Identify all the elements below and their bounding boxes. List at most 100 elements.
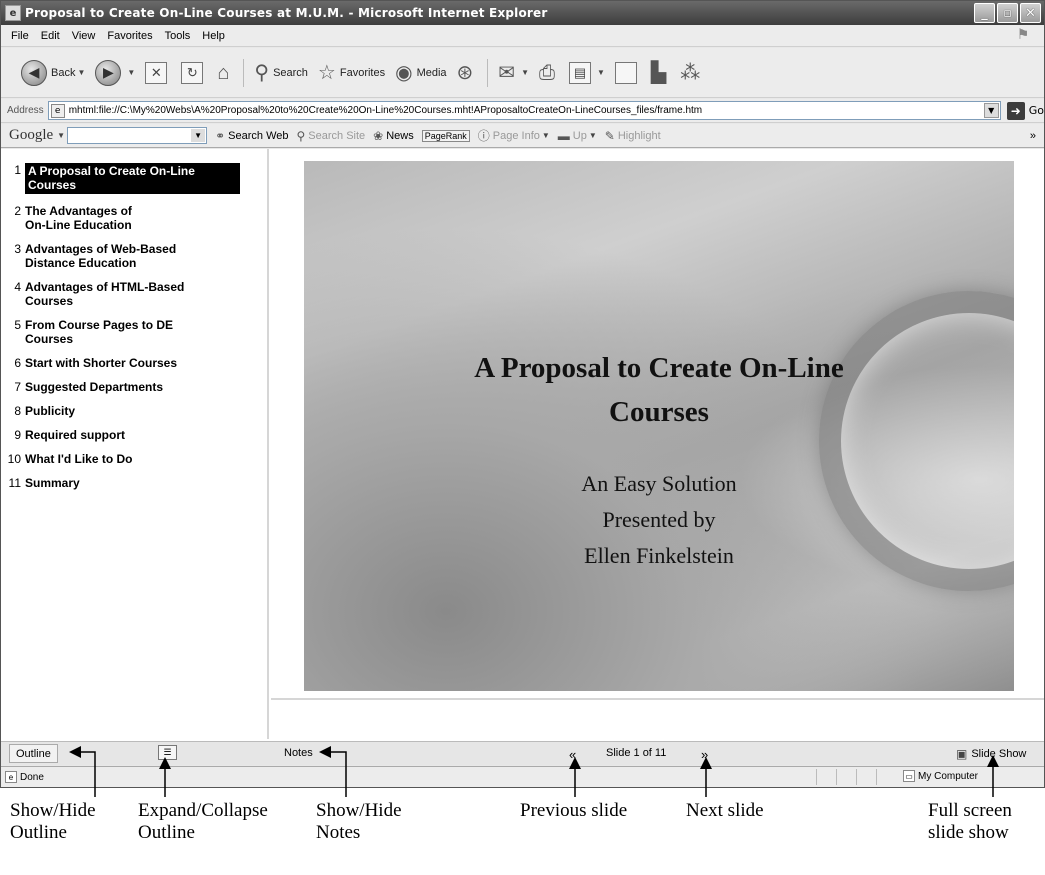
menu-file[interactable]: File — [11, 30, 29, 42]
expand-collapse-outline-button[interactable]: ☰ — [158, 745, 177, 760]
outline-item-number: 6 — [14, 356, 21, 370]
menu-tools[interactable]: Tools — [165, 30, 191, 42]
outline-item-label[interactable]: Summary — [25, 476, 80, 490]
outline-item[interactable]: 11 Summary — [7, 476, 267, 490]
ie-app-icon: e — [5, 5, 21, 21]
menu-favorites[interactable]: Favorites — [107, 30, 152, 42]
search-button[interactable]: ⚲ Search — [254, 63, 308, 83]
home-button[interactable]: ⌂ — [217, 63, 233, 83]
history-button[interactable]: ⊛ — [457, 63, 478, 83]
more-chevron-icon[interactable]: » — [1030, 130, 1036, 142]
up-button[interactable]: ▬ Up ▼ — [558, 129, 597, 143]
go-button[interactable]: ➜ Go — [1006, 101, 1044, 120]
news-label: News — [386, 129, 414, 142]
google-logo[interactable]: Google — [9, 127, 53, 144]
up-label: Up — [572, 129, 587, 142]
research-button[interactable]: ▙ — [651, 63, 670, 83]
slide-title: A Proposal to Create On-Line Courses — [474, 352, 844, 428]
mail-dropdown-icon[interactable]: ▼ — [521, 68, 529, 77]
media-label: Media — [416, 66, 447, 79]
close-button[interactable]: ✕ — [1020, 3, 1041, 23]
outline-item[interactable]: 5 From Course Pages to DE Courses — [7, 318, 267, 346]
outline-item-label[interactable]: From Course Pages to DE Courses — [25, 318, 173, 346]
outline-item-label[interactable]: The Advantages of On-Line Education — [25, 204, 132, 232]
favorites-label: Favorites — [339, 66, 386, 79]
status-bar: e Done ▭ My Computer — [1, 766, 1044, 787]
outline-item-label[interactable]: Publicity — [25, 404, 75, 418]
outline-item-number: 4 — [14, 280, 21, 294]
address-url[interactable]: mhtml:file://C:\My%20Webs\A%20Proposal%2… — [69, 105, 702, 116]
outline-item[interactable]: 2 The Advantages of On-Line Education — [7, 204, 267, 232]
outline-item[interactable]: 3 Advantages of Web-Based Distance Educat… — [7, 242, 267, 270]
previous-slide-button[interactable]: « — [569, 747, 576, 762]
annotation-expand-collapse-outline: Expand/Collapse Outline — [138, 800, 268, 843]
outline-item-label[interactable]: Suggested Departments — [25, 380, 163, 394]
outline-item-label[interactable]: A Proposal to Create On-Line Courses — [25, 163, 240, 194]
favorites-button[interactable]: ☆ Favorites — [318, 63, 385, 83]
messenger-button[interactable]: ⁂ — [680, 63, 704, 83]
discuss-button[interactable] — [614, 61, 641, 84]
page-info-button[interactable]: ⓘ Page Info ▼ — [478, 127, 550, 144]
stop-button[interactable]: ✕ — [145, 61, 171, 84]
slide[interactable]: A Proposal to Create On-Line Courses An … — [304, 161, 1014, 691]
outline-item[interactable]: 7 Suggested Departments — [7, 380, 267, 394]
mail-button[interactable]: ✉ ▼ — [498, 63, 529, 83]
address-input[interactable]: e mhtml:file://C:\My%20Webs\A%20Proposal… — [47, 101, 1001, 120]
slide-show-label: Slide Show — [971, 748, 1027, 760]
outline-item[interactable]: 6 Start with Shorter Courses — [7, 356, 267, 370]
menu-help[interactable]: Help — [202, 30, 225, 42]
google-search-dropdown-icon[interactable]: ▼ — [191, 129, 206, 142]
google-menu-dropdown-icon[interactable]: ▼ — [57, 131, 65, 140]
outline-item[interactable]: 1 A Proposal to Create On-Line Courses — [7, 163, 267, 194]
menu-view[interactable]: View — [72, 30, 96, 42]
outline-toggle-button[interactable]: Outline — [9, 744, 58, 763]
menu-edit[interactable]: Edit — [41, 30, 60, 42]
outline-item-label[interactable]: Required support — [25, 428, 125, 442]
print-button[interactable]: ⎙ — [539, 63, 559, 83]
annotation-show-hide-notes: Show/Hide Notes — [316, 800, 402, 843]
page-info-label: Page Info — [492, 129, 540, 142]
back-dropdown-icon[interactable]: ▼ — [77, 68, 85, 77]
outline-item-label[interactable]: Start with Shorter Courses — [25, 356, 177, 370]
search-web-button[interactable]: ⚭ Search Web — [215, 129, 288, 143]
notes-toggle-button[interactable]: Notes — [284, 747, 313, 759]
my-computer-icon: ▭ — [903, 770, 915, 782]
edit-dropdown-icon[interactable]: ▼ — [597, 68, 605, 77]
outline-item-label[interactable]: What I'd Like to Do — [25, 452, 133, 466]
news-button[interactable]: ❀ News — [373, 129, 414, 143]
title-bar: e Proposal to Create On-Line Courses at … — [1, 1, 1044, 25]
status-text: Done — [20, 771, 44, 783]
minimize-button[interactable]: _ — [974, 3, 995, 23]
folder-up-icon: ▬ — [557, 128, 570, 143]
outline-item[interactable]: 10 What I'd Like to Do — [7, 452, 267, 466]
outline-item[interactable]: 8 Publicity — [7, 404, 267, 418]
outline-item-label[interactable]: Advantages of Web-Based Distance Educati… — [25, 242, 176, 270]
google-search-input[interactable]: ▼ — [67, 127, 208, 144]
slide-subtitle: An Easy Solution Presented by Ellen Fink… — [304, 466, 1014, 574]
outline-item-number: 8 — [14, 404, 21, 418]
search-site-button[interactable]: ⚲ Search Site — [296, 129, 365, 143]
media-button[interactable]: ◉ Media — [395, 63, 446, 83]
messenger-icon: ⁂ — [680, 61, 701, 84]
refresh-button[interactable]: ↻ — [181, 61, 207, 84]
edit-button[interactable]: ▤ ▼ — [568, 61, 605, 84]
outline-item[interactable]: 4 Advantages of HTML-Based Courses — [7, 280, 267, 308]
forward-dropdown-icon[interactable]: ▼ — [127, 68, 135, 77]
edit-icon: ▤ — [568, 61, 591, 84]
outline-pane: 1 A Proposal to Create On-Line Courses 2 Th… — [7, 149, 269, 739]
forward-button[interactable]: ▶ ▼ — [95, 59, 135, 86]
back-button[interactable]: ◀ Back ▼ — [21, 59, 85, 86]
expand-collapse-icon: ☰ — [163, 747, 172, 757]
outline-item-label[interactable]: Advantages of HTML-Based Courses — [25, 280, 184, 308]
outline-item[interactable]: 9 Required support — [7, 428, 267, 442]
pagerank-indicator[interactable]: PageRank — [421, 129, 470, 142]
address-dropdown-icon[interactable]: ▼ — [983, 103, 999, 118]
maximize-button[interactable]: ▫ — [997, 3, 1018, 23]
highlight-button[interactable]: ✎ Highlight — [605, 129, 661, 143]
search-icon: ⚲ — [254, 61, 270, 84]
slide-show-button[interactable]: ▣ Slide Show — [956, 747, 1026, 761]
next-slide-button[interactable]: » — [701, 747, 708, 762]
pagerank-label: PageRank — [421, 129, 470, 142]
notes-pane[interactable] — [271, 698, 1044, 740]
slide-pane: A Proposal to Create On-Line Courses An … — [271, 149, 1044, 697]
